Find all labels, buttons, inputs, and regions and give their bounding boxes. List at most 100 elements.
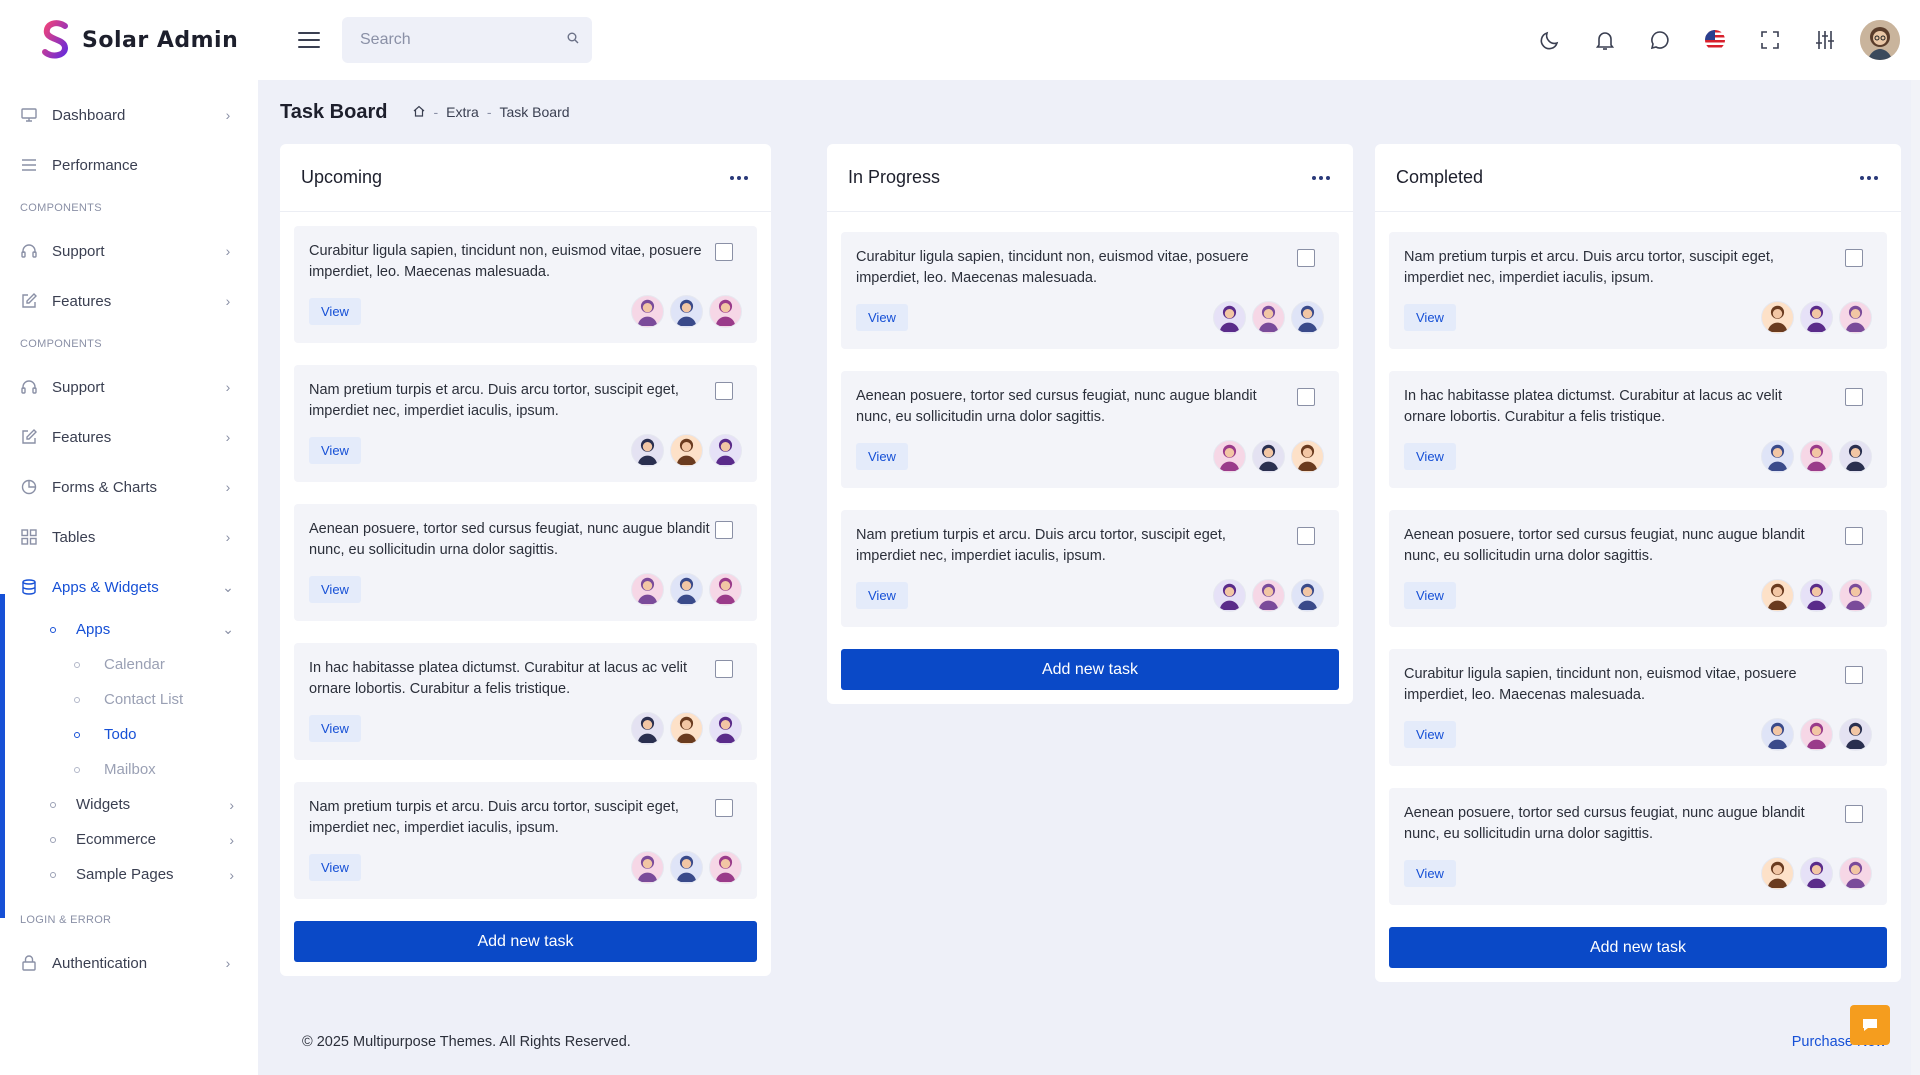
task-checkbox[interactable]: [715, 799, 733, 817]
sidebar-link-calendar[interactable]: Calendar: [0, 647, 258, 682]
task-checkbox[interactable]: [715, 382, 733, 400]
view-button[interactable]: View: [1404, 303, 1456, 331]
more-options-icon[interactable]: [1857, 168, 1881, 188]
sidebar-item-authentication[interactable]: Authentication ›: [0, 938, 258, 988]
sidebar-item-support[interactable]: Support ›: [0, 362, 258, 412]
sidebar-item-dashboard[interactable]: Dashboard ›: [0, 90, 258, 140]
avatar[interactable]: [709, 850, 742, 884]
task-checkbox[interactable]: [1845, 388, 1863, 406]
sidebar-link-contact-list[interactable]: Contact List: [0, 682, 258, 717]
avatar[interactable]: [1839, 717, 1872, 751]
task-checkbox[interactable]: [715, 243, 733, 261]
add-task-button[interactable]: Add new task: [1389, 927, 1887, 968]
settings-sliders-icon[interactable]: [1797, 20, 1852, 60]
avatar[interactable]: [1252, 300, 1285, 334]
fullscreen-icon[interactable]: [1742, 20, 1797, 60]
view-button[interactable]: View: [309, 853, 361, 881]
avatar[interactable]: [1839, 300, 1872, 334]
task-checkbox[interactable]: [715, 660, 733, 678]
chat-icon[interactable]: [1632, 20, 1687, 60]
add-task-button[interactable]: Add new task: [294, 921, 757, 962]
view-button[interactable]: View: [1404, 720, 1456, 748]
sidebar-link-todo[interactable]: Todo: [0, 717, 258, 752]
task-checkbox[interactable]: [1845, 527, 1863, 545]
avatar[interactable]: [709, 294, 742, 328]
avatar[interactable]: [1291, 578, 1324, 612]
add-task-button[interactable]: Add new task: [841, 649, 1339, 690]
avatar[interactable]: [1839, 578, 1872, 612]
avatar[interactable]: [709, 572, 742, 606]
view-button[interactable]: View: [1404, 581, 1456, 609]
avatar[interactable]: [631, 572, 664, 606]
sidebar-link-mailbox[interactable]: Mailbox: [0, 752, 258, 787]
sidebar-subitem-ecommerce[interactable]: Ecommerce ›: [0, 822, 258, 857]
bell-icon[interactable]: [1577, 20, 1632, 60]
avatar[interactable]: [670, 433, 703, 467]
scrollbar[interactable]: [1911, 80, 1920, 1075]
avatar[interactable]: [1800, 300, 1833, 334]
avatar[interactable]: [631, 433, 664, 467]
task-checkbox[interactable]: [1297, 388, 1315, 406]
avatar[interactable]: [1291, 439, 1324, 473]
avatar[interactable]: [1213, 439, 1246, 473]
view-button[interactable]: View: [1404, 442, 1456, 470]
view-button[interactable]: View: [1404, 859, 1456, 887]
task-checkbox[interactable]: [1845, 249, 1863, 267]
view-button[interactable]: View: [309, 436, 361, 464]
avatar[interactable]: [1213, 300, 1246, 334]
menu-toggle-icon[interactable]: [298, 32, 320, 48]
footer-brand-link[interactable]: Multipurpose Themes: [353, 1034, 492, 1050]
home-icon[interactable]: [413, 104, 425, 120]
avatar[interactable]: [1839, 439, 1872, 473]
avatar[interactable]: [1761, 856, 1794, 890]
avatar[interactable]: [1761, 578, 1794, 612]
view-button[interactable]: View: [309, 297, 361, 325]
sidebar-subitem-widgets[interactable]: Widgets ›: [0, 787, 258, 822]
user-avatar[interactable]: [1860, 20, 1900, 60]
avatar[interactable]: [631, 294, 664, 328]
sidebar-item-features[interactable]: Features ›: [0, 412, 258, 462]
avatar[interactable]: [1800, 578, 1833, 612]
avatar[interactable]: [1761, 439, 1794, 473]
view-button[interactable]: View: [856, 303, 908, 331]
sidebar-item-performance[interactable]: Performance: [0, 140, 258, 190]
task-checkbox[interactable]: [1845, 805, 1863, 823]
view-button[interactable]: View: [309, 575, 361, 603]
avatar[interactable]: [631, 711, 664, 745]
avatar[interactable]: [1252, 439, 1285, 473]
breadcrumb-link[interactable]: Extra: [446, 104, 479, 120]
avatar[interactable]: [670, 850, 703, 884]
search-input[interactable]: [360, 31, 567, 49]
view-button[interactable]: View: [856, 442, 908, 470]
avatar[interactable]: [670, 294, 703, 328]
avatar[interactable]: [631, 850, 664, 884]
avatar[interactable]: [1213, 578, 1246, 612]
more-options-icon[interactable]: [1309, 168, 1333, 188]
avatar[interactable]: [1800, 717, 1833, 751]
chat-widget-button[interactable]: [1850, 1005, 1890, 1045]
moon-icon[interactable]: [1522, 20, 1577, 60]
sidebar-item-apps-widgets[interactable]: Apps & Widgets ⌄: [0, 562, 258, 612]
avatar[interactable]: [1800, 856, 1833, 890]
us-flag-icon[interactable]: [1687, 20, 1742, 60]
view-button[interactable]: View: [856, 581, 908, 609]
sidebar-subitem-sample-pages[interactable]: Sample Pages ›: [0, 857, 258, 892]
avatar[interactable]: [1291, 300, 1324, 334]
sidebar-item-forms-charts[interactable]: Forms & Charts ›: [0, 462, 258, 512]
avatar[interactable]: [670, 711, 703, 745]
view-button[interactable]: View: [309, 714, 361, 742]
avatar[interactable]: [1839, 856, 1872, 890]
avatar[interactable]: [1761, 300, 1794, 334]
task-checkbox[interactable]: [1297, 249, 1315, 267]
sidebar-subitem-apps[interactable]: Apps ⌄: [0, 612, 258, 647]
sidebar-item-tables[interactable]: Tables ›: [0, 512, 258, 562]
avatar[interactable]: [709, 711, 742, 745]
sidebar-item-support[interactable]: Support ›: [0, 226, 258, 276]
task-checkbox[interactable]: [1845, 666, 1863, 684]
avatar[interactable]: [1761, 717, 1794, 751]
avatar[interactable]: [1800, 439, 1833, 473]
avatar[interactable]: [709, 433, 742, 467]
more-options-icon[interactable]: [727, 168, 751, 188]
task-checkbox[interactable]: [1297, 527, 1315, 545]
sidebar-item-features[interactable]: Features ›: [0, 276, 258, 326]
